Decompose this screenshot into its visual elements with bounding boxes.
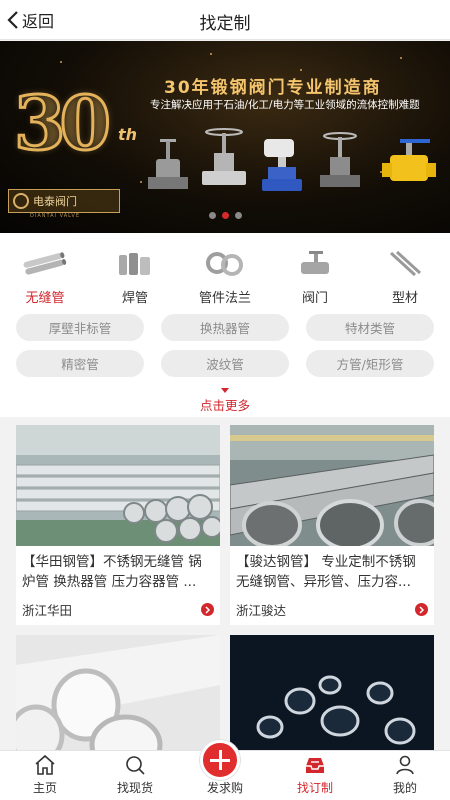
- caret-down-icon: [221, 388, 229, 393]
- home-icon: [35, 754, 55, 775]
- plus-icon-vertical: [218, 750, 222, 770]
- search-icon: [126, 756, 145, 775]
- subcategory-chip[interactable]: 精密管: [16, 350, 144, 377]
- tab-spot-goods[interactable]: 找现货: [90, 751, 180, 800]
- category-label: 无缝管: [25, 291, 65, 306]
- category-label: 焊管: [121, 291, 148, 306]
- profile-icon: [382, 247, 428, 281]
- pagination-dot[interactable]: [234, 212, 242, 219]
- valve-image: [202, 128, 246, 185]
- subcategory-chip[interactable]: 厚壁非标管: [16, 314, 144, 341]
- product-footer: 浙江骏达: [236, 600, 428, 619]
- banner-brand: 电泰阀门: [8, 189, 120, 213]
- category-seamless-pipe[interactable]: 无缝管: [0, 247, 90, 306]
- product-card[interactable]: [16, 635, 220, 753]
- category-profile[interactable]: 型材: [360, 247, 450, 306]
- product-source: 浙江骏达: [236, 603, 287, 618]
- page-title: 找定制: [199, 14, 251, 34]
- product-title: 【骏达钢管】 专业定制不锈钢无缝钢管、异形管、压力容...: [236, 554, 416, 590]
- seamless-pipe-icon: [22, 247, 68, 281]
- product-card[interactable]: [230, 635, 434, 753]
- product-card[interactable]: 【骏达钢管】 专业定制不锈钢无缝钢管、异形管、压力容... 浙江骏达: [230, 425, 434, 625]
- category-valve[interactable]: 阀门: [270, 247, 360, 306]
- subcategory-grid: 厚壁非标管 换热器管 特材类管 精密管 波纹管 方管/矩形管: [16, 314, 434, 377]
- category-label: 型材: [391, 291, 418, 306]
- promo-banner[interactable]: 30 th 电泰阀门 DIANTAI VALVE 30年锻钢阀门专业制造商 专注…: [0, 41, 450, 233]
- valve-icon: [292, 247, 338, 281]
- valve-image: [382, 139, 436, 181]
- product-image: [230, 425, 434, 546]
- tab-custom[interactable]: 找订制: [270, 751, 360, 800]
- welded-pipe-icon: [112, 247, 158, 281]
- valve-image: [320, 132, 360, 187]
- pagination-dot[interactable]: [221, 212, 229, 219]
- tray-icon: [306, 758, 324, 773]
- subcategory-chip[interactable]: 方管/矩形管: [306, 350, 434, 377]
- show-more-label: 点击更多: [199, 398, 250, 413]
- category-panel: 无缝管 焊管 管件法兰 阀门 型材 厚壁非标管 换热器管 特材类管 精密管 波纹…: [0, 233, 450, 417]
- subcategory-chip[interactable]: 换热器管: [161, 314, 289, 341]
- banner-headline: 30年锻钢阀门专业制造商: [164, 78, 382, 98]
- flange-icon: [202, 247, 248, 281]
- tab-label: 发求购: [206, 781, 243, 795]
- show-more-button[interactable]: 点击更多: [0, 388, 450, 414]
- product-title: 【华田钢管】不锈钢无缝管 锅炉管 换热器管 压力容器管 ...: [22, 554, 202, 590]
- header-bar: 返回 找定制: [0, 0, 450, 40]
- post-request-button[interactable]: [200, 740, 240, 780]
- category-label: 管件法兰: [198, 291, 251, 306]
- pagination-dot[interactable]: [208, 212, 216, 219]
- chevron-right-icon[interactable]: [415, 603, 428, 616]
- product-source: 浙江华田: [22, 603, 73, 618]
- valve-image: [148, 139, 188, 189]
- category-welded-pipe[interactable]: 焊管: [90, 247, 180, 306]
- tab-label: 我的: [392, 781, 417, 795]
- valve-image: [262, 139, 302, 191]
- subcategory-chip[interactable]: 特材类管: [306, 314, 434, 341]
- product-grid: 【华田钢管】不锈钢无缝管 锅炉管 换热器管 压力容器管 ... 浙江华田 【骏达…: [16, 425, 434, 753]
- banner-anniversary-suffix: th: [118, 125, 138, 144]
- subcategory-chip[interactable]: 波纹管: [161, 350, 289, 377]
- tab-label: 找现货: [116, 781, 153, 795]
- category-row: 无缝管 焊管 管件法兰 阀门 型材: [0, 247, 450, 306]
- tab-label: 找订制: [296, 781, 333, 795]
- product-footer: 浙江华田: [22, 600, 214, 619]
- app: 返回 找定制 30 th 电泰阀门 DIANTAI VALVE 30年锻钢阀门专…: [0, 0, 450, 800]
- banner-subline: 专注解决应用于石油/化工/电力等工业领域的流体控制难题: [150, 99, 420, 111]
- category-label: 阀门: [301, 291, 328, 306]
- tab-label: 主页: [32, 781, 57, 795]
- product-image: [230, 635, 434, 753]
- product-image: [16, 425, 220, 546]
- user-icon: [396, 755, 414, 775]
- banner-pagination: [0, 212, 450, 219]
- brand-logo-icon: [13, 193, 29, 209]
- product-image: [16, 635, 220, 753]
- tab-home[interactable]: 主页: [0, 751, 90, 800]
- category-fittings-flange[interactable]: 管件法兰: [180, 247, 270, 306]
- banner-brand-name: 电泰阀门: [33, 195, 77, 208]
- product-card[interactable]: 【华田钢管】不锈钢无缝管 锅炉管 换热器管 压力容器管 ... 浙江华田: [16, 425, 220, 625]
- tab-mine[interactable]: 我的: [360, 751, 450, 800]
- banner-anniversary-number: 30: [13, 80, 113, 169]
- chevron-right-icon[interactable]: [201, 603, 214, 616]
